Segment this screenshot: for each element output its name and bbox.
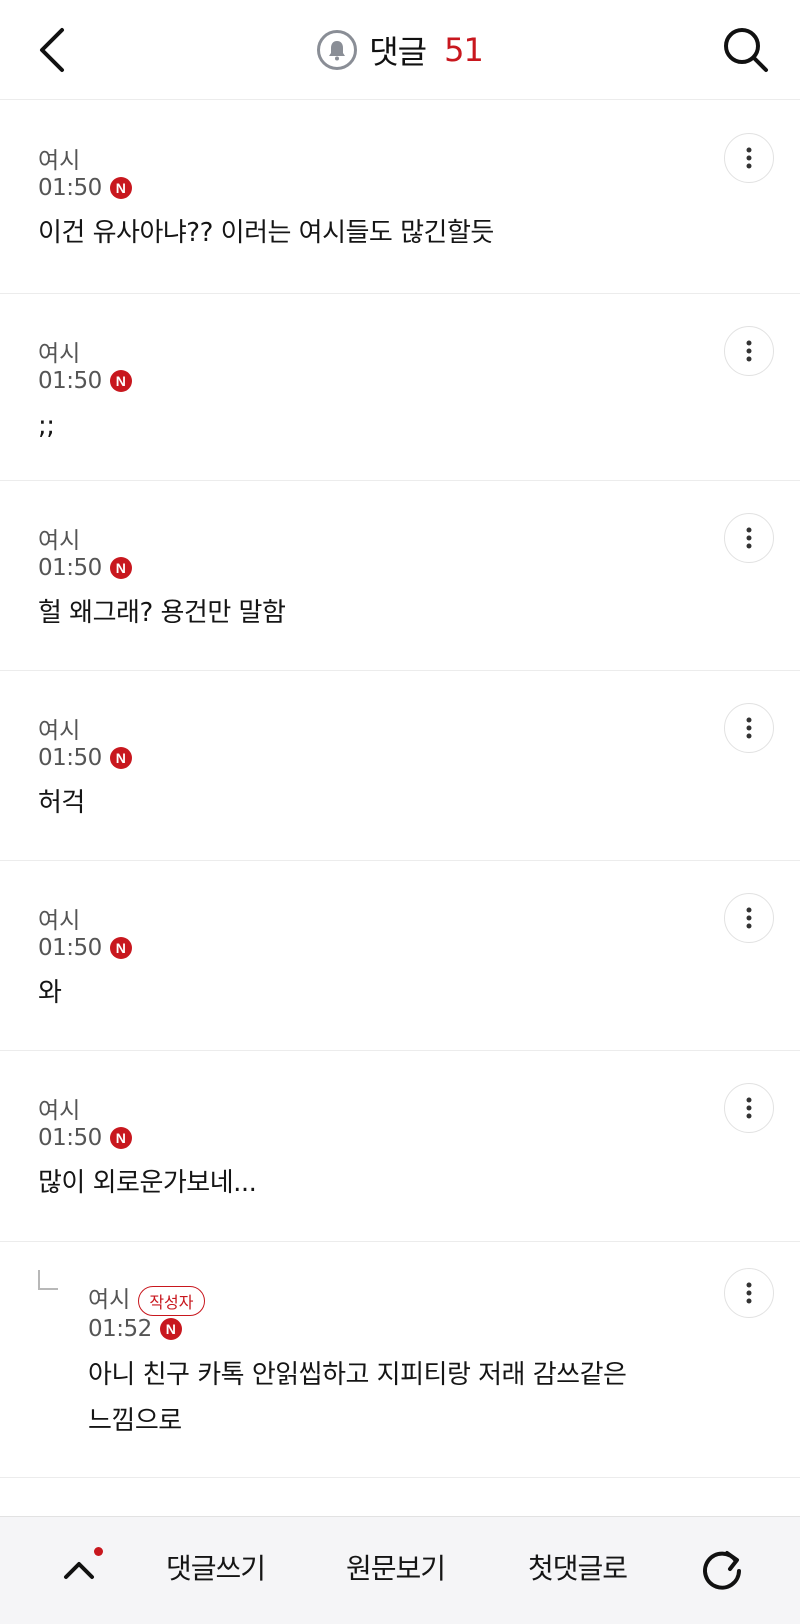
comment-more-button[interactable] (724, 513, 774, 563)
refresh-icon (703, 1551, 741, 1590)
comment-author: 여시 (88, 1287, 131, 1313)
comment-time: 01:52 (88, 1316, 152, 1342)
refresh-button[interactable] (694, 1541, 750, 1597)
comment-time: 01:50 (38, 935, 102, 961)
comment-meta: 01:50 N (38, 175, 132, 201)
comment-text: 아니 친구 카톡 안읽씹하고 지피티랑 저래 감쓰같은 느낌으로 (88, 1352, 627, 1444)
comment-meta: 01:52 N (88, 1316, 182, 1342)
new-badge: N (109, 937, 132, 959)
notification-toggle[interactable] (317, 30, 358, 70)
comment-more-button[interactable] (724, 1268, 774, 1318)
new-badge: N (109, 370, 132, 392)
page-title: 댓글 (369, 33, 427, 71)
more-vertical-icon (746, 907, 752, 929)
more-vertical-icon (746, 717, 752, 739)
comment-author: 여시 (38, 718, 81, 744)
bottom-toolbar: 댓글쓰기 원문보기 첫댓글로 (0, 1516, 800, 1624)
comment-time: 01:50 (38, 175, 102, 201)
comment-item: 여시 01:50 N 많이 외로운가보네... (0, 1051, 800, 1242)
bell-icon (329, 41, 346, 61)
reply-indicator-icon (38, 1270, 58, 1290)
new-badge: N (159, 1318, 182, 1340)
comment-more-button[interactable] (724, 1083, 774, 1133)
comment-screen: 댓글 51 여시 01:50 N 이건 유사아냐?? 이러는 여시들도 많긴할듯 (0, 0, 800, 1624)
comment-count: 51 (444, 31, 484, 69)
comment-list: 여시 01:50 N 이건 유사아냐?? 이러는 여시들도 많긴할듯 여시 01… (0, 101, 800, 1478)
search-icon (724, 28, 768, 72)
comment-meta: 01:50 N (38, 368, 132, 394)
header: 댓글 51 (0, 0, 800, 100)
reply-comment-item: 여시 작성자 01:52 N 아니 친구 카톡 안읽씹하고 지피티랑 저래 감쓰같… (0, 1242, 800, 1478)
comment-author: 여시 (38, 1098, 81, 1124)
new-badge: N (109, 177, 132, 199)
comment-item: 여시 01:50 N 와 (0, 861, 800, 1051)
comment-author: 여시 (38, 148, 81, 174)
more-vertical-icon (746, 340, 752, 362)
comment-text: 헐 왜그래? 용건만 말함 (38, 598, 286, 628)
comment-item: 여시 01:50 N ;; (0, 294, 800, 481)
comment-more-button[interactable] (724, 326, 774, 376)
comment-text: 와 (38, 978, 62, 1008)
comment-text: 허걱 (38, 788, 85, 818)
comment-meta: 01:50 N (38, 745, 132, 771)
write-comment-button[interactable]: 댓글쓰기 (166, 1547, 266, 1587)
comment-time: 01:50 (38, 745, 102, 771)
writer-tag: 작성자 (138, 1285, 205, 1316)
comment-author: 여시 (38, 908, 81, 934)
comment-time: 01:50 (38, 368, 102, 394)
more-vertical-icon (746, 147, 752, 169)
more-vertical-icon (746, 1282, 752, 1304)
comment-meta: 01:50 N (38, 1125, 132, 1151)
new-badge: N (109, 557, 132, 579)
comment-text: ;; (38, 411, 55, 441)
comment-author: 여시 (38, 341, 81, 367)
comment-item: 여시 01:50 N 헐 왜그래? 용건만 말함 (0, 481, 800, 671)
comment-text-line: 느낌으로 (88, 1406, 182, 1436)
comment-text-line: 아니 친구 카톡 안읽씹하고 지피티랑 저래 감쓰같은 (88, 1360, 627, 1390)
view-original-button[interactable]: 원문보기 (346, 1547, 446, 1587)
comment-meta: 01:50 N (38, 555, 132, 581)
comment-more-button[interactable] (724, 893, 774, 943)
comment-author-row: 여시 작성자 (88, 1280, 205, 1316)
comment-more-button[interactable] (724, 703, 774, 753)
notification-dot (94, 1547, 103, 1556)
comment-author: 여시 (38, 528, 81, 554)
comment-more-button[interactable] (724, 133, 774, 183)
new-badge: N (109, 1127, 132, 1149)
comment-item: 여시 01:50 N 이건 유사아냐?? 이러는 여시들도 많긴할듯 (0, 101, 800, 294)
comment-time: 01:50 (38, 555, 102, 581)
new-badge: N (109, 747, 132, 769)
comment-text: 많이 외로운가보네... (38, 1168, 257, 1198)
search-button[interactable] (718, 22, 774, 78)
comment-meta: 01:50 N (38, 935, 132, 961)
comment-time: 01:50 (38, 1125, 102, 1151)
comment-text: 이건 유사아냐?? 이러는 여시들도 많긴할듯 (38, 218, 494, 248)
header-title-group: 댓글 51 (0, 26, 800, 74)
first-comment-button[interactable]: 첫댓글로 (528, 1547, 628, 1587)
more-vertical-icon (746, 527, 752, 549)
more-vertical-icon (746, 1097, 752, 1119)
comment-item: 여시 01:50 N 허걱 (0, 671, 800, 861)
